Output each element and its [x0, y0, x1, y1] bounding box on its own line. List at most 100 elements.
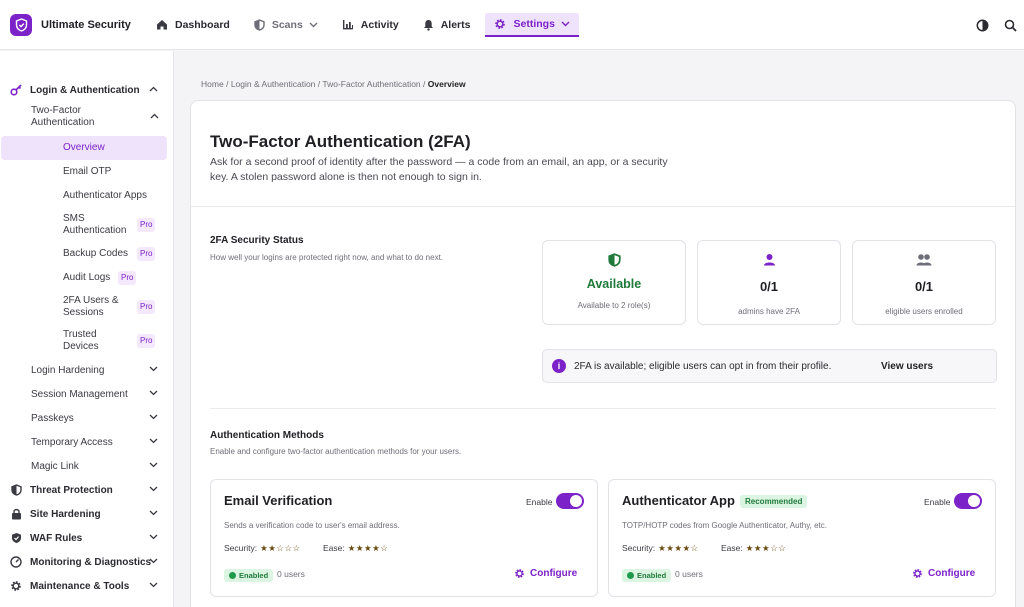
enable-toggle[interactable]: [556, 493, 584, 509]
method-description: Sends a verification code to user's emai…: [224, 521, 400, 530]
sidebar-item-authenticator-apps[interactable]: Authenticator Apps: [0, 184, 173, 208]
methods-subtitle: Enable and configure two-factor authenti…: [210, 447, 462, 456]
enabled-label: Enabled: [239, 571, 269, 580]
enabled-badge: Enabled: [224, 569, 274, 582]
pro-badge: Pro: [137, 247, 156, 261]
sidebar-item-overview[interactable]: Overview: [1, 136, 167, 160]
breadcrumb-login-auth[interactable]: Login & Authentication: [231, 79, 316, 89]
sidebar-item-label: Passkeys: [31, 412, 74, 424]
theme-toggle-button[interactable]: [968, 19, 996, 32]
chevron-down-icon: [149, 534, 158, 540]
chevron-down-icon: [149, 510, 158, 516]
status-title: 2FA Security Status: [210, 235, 304, 246]
sidebar-item-waf-rules[interactable]: WAF Rules: [0, 526, 173, 550]
sidebar-item-temporary-access[interactable]: Temporary Access: [0, 430, 173, 454]
status-card-users: 0/1 eligible users enrolled: [852, 240, 996, 325]
security-stars: ★★★★☆: [658, 544, 699, 554]
search-button[interactable]: [996, 19, 1024, 32]
sidebar-item-site-hardening[interactable]: Site Hardening: [0, 502, 173, 526]
theme-toggle-icon: [976, 19, 988, 31]
method-title: Authenticator App: [622, 493, 735, 508]
method-title: Email Verification: [224, 493, 333, 508]
chevron-up-icon: [150, 113, 159, 119]
nav-activity-label: Activity: [360, 18, 399, 31]
breadcrumb: Home / Login & Authentication / Two-Fact…: [201, 79, 466, 89]
sidebar-item-label: Maintenance & Tools: [30, 580, 130, 592]
method-card-authenticator: Authenticator App Recommended Enable TOT…: [608, 479, 996, 597]
status-label: Available to 2 role(s): [577, 301, 651, 310]
configure-button[interactable]: Configure: [514, 568, 577, 579]
nav-scans[interactable]: Scans: [245, 13, 327, 37]
sidebar-item-label: 2FA Users & Sessions: [63, 295, 119, 318]
sidebar-item-passkeys[interactable]: Passkeys: [0, 406, 173, 430]
sidebar-item-session-management[interactable]: Session Management: [0, 382, 173, 406]
sidebar-item-label: Login Hardening: [31, 364, 105, 376]
breadcrumb-home[interactable]: Home: [201, 79, 224, 89]
sidebar-item-audit-logs[interactable]: Audit Logs Pro: [0, 266, 173, 290]
nav-alerts-label: Alerts: [440, 18, 471, 31]
shield-logo-icon: [10, 13, 32, 36]
security-label: Security:: [224, 543, 258, 553]
sidebar-item-maintenance[interactable]: Maintenance & Tools: [0, 574, 173, 598]
nav-settings-label: Settings: [513, 17, 555, 30]
shield-icon: [10, 484, 22, 496]
chevron-down-icon: [561, 21, 570, 26]
chevron-down-icon: [149, 438, 158, 444]
ease-label: Ease:: [721, 543, 743, 553]
breadcrumb-separator: /: [423, 79, 426, 89]
sidebar-item-email-otp[interactable]: Email OTP: [0, 160, 173, 184]
methods-title: Authentication Methods: [210, 430, 324, 441]
lock-icon: [10, 508, 22, 520]
security-rating: Security: ★★★★☆: [622, 543, 699, 554]
status-label: eligible users enrolled: [885, 307, 963, 316]
nav-activity[interactable]: Activity: [333, 13, 408, 37]
sidebar-item-two-factor[interactable]: Two-Factor Authentication: [0, 102, 159, 132]
sidebar-item-monitoring[interactable]: Monitoring & Diagnostics: [0, 550, 173, 574]
configure-label: Configure: [530, 568, 578, 579]
sidebar-item-backup-codes[interactable]: Backup Codes Pro: [0, 242, 173, 266]
home-icon: [157, 20, 167, 30]
chevron-down-icon: [149, 366, 158, 372]
sidebar-item-sms-auth[interactable]: SMS Authentication Pro: [0, 208, 173, 242]
sidebar-item-login-auth[interactable]: Login & Authentication: [0, 78, 173, 102]
sidebar-item-label: Site Hardening: [30, 508, 101, 520]
chevron-down-icon: [149, 462, 158, 468]
chevron-down-icon: [149, 414, 158, 420]
breadcrumb-separator: /: [317, 79, 321, 89]
bar-chart-icon: [342, 20, 353, 30]
nav-alerts[interactable]: Alerts: [414, 13, 480, 37]
pro-badge: Pro: [118, 271, 137, 285]
nav-settings[interactable]: Settings: [485, 12, 579, 37]
nav-dashboard[interactable]: Dashboard: [147, 13, 239, 37]
brand[interactable]: Ultimate Security: [10, 13, 140, 36]
gear-icon: [495, 18, 506, 29]
top-bar: Ultimate Security Dashboard Scans Activi…: [0, 0, 1024, 50]
sidebar-item-2fa-users[interactable]: 2FA Users & Sessions Pro: [0, 290, 173, 324]
method-description: TOTP/HOTP codes from Google Authenticato…: [622, 521, 827, 530]
sidebar: Login & Authentication Two-Factor Authen…: [0, 51, 174, 607]
sidebar-item-label: Authenticator Apps: [63, 190, 147, 201]
sidebar-item-trusted-devices[interactable]: Trusted Devices Pro: [0, 324, 173, 358]
page-description: Ask for a second proof of identity after…: [210, 156, 668, 183]
sidebar-item-magic-link[interactable]: Magic Link: [0, 454, 173, 478]
sidebar-item-label: Magic Link: [31, 460, 79, 472]
chevron-down-icon: [309, 22, 318, 27]
status-subtitle: How well your logins are protected right…: [210, 253, 444, 262]
enable-label: Enable: [924, 497, 951, 507]
security-stars: ★★☆☆☆: [260, 544, 301, 554]
sidebar-item-login-hardening[interactable]: Login Hardening: [0, 358, 173, 382]
info-text: 2FA is available; eligible users can opt…: [574, 360, 832, 372]
ease-label: Ease:: [323, 543, 345, 553]
breadcrumb-two-factor[interactable]: Two-Factor Authentication: [322, 79, 420, 89]
configure-button[interactable]: Configure: [912, 568, 975, 579]
security-rating: Security: ★★☆☆☆: [224, 543, 301, 554]
user-count: 0 users: [675, 569, 703, 579]
status-card-admins: 0/1 admins have 2FA: [697, 240, 841, 325]
view-users-button[interactable]: View users: [881, 361, 933, 372]
sidebar-item-threat-protection[interactable]: Threat Protection: [0, 478, 173, 502]
enable-toggle[interactable]: [954, 493, 982, 509]
configure-label: Configure: [928, 568, 976, 579]
sidebar-item-label: Overview: [63, 142, 105, 153]
enable-label: Enable: [526, 497, 553, 507]
top-actions: [968, 0, 1024, 50]
